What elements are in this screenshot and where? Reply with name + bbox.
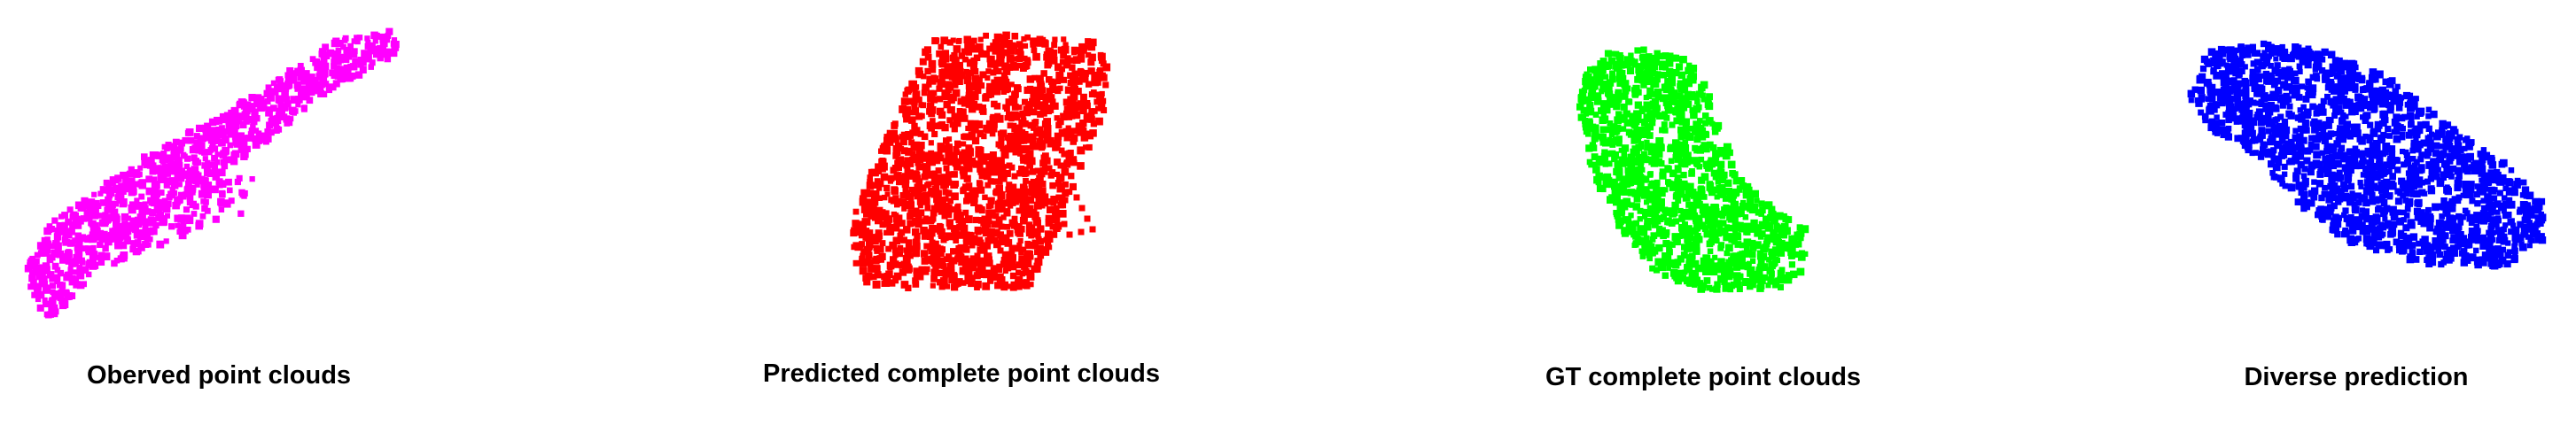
predicted-point-cloud bbox=[850, 31, 1111, 291]
observed-point-cloud bbox=[24, 27, 400, 319]
caption-diverse: Diverse prediction bbox=[2244, 363, 2469, 391]
gt-point-cloud bbox=[1576, 46, 1809, 293]
caption-gt: GT complete point clouds bbox=[1545, 363, 1862, 391]
caption-observed: Oberved point clouds bbox=[86, 361, 352, 390]
caption-predicted: Predicted complete point clouds bbox=[763, 359, 1160, 388]
panel-gt bbox=[1489, 0, 2038, 425]
panel-diverse bbox=[2109, 0, 2576, 425]
diverse-point-cloud bbox=[2187, 40, 2547, 270]
